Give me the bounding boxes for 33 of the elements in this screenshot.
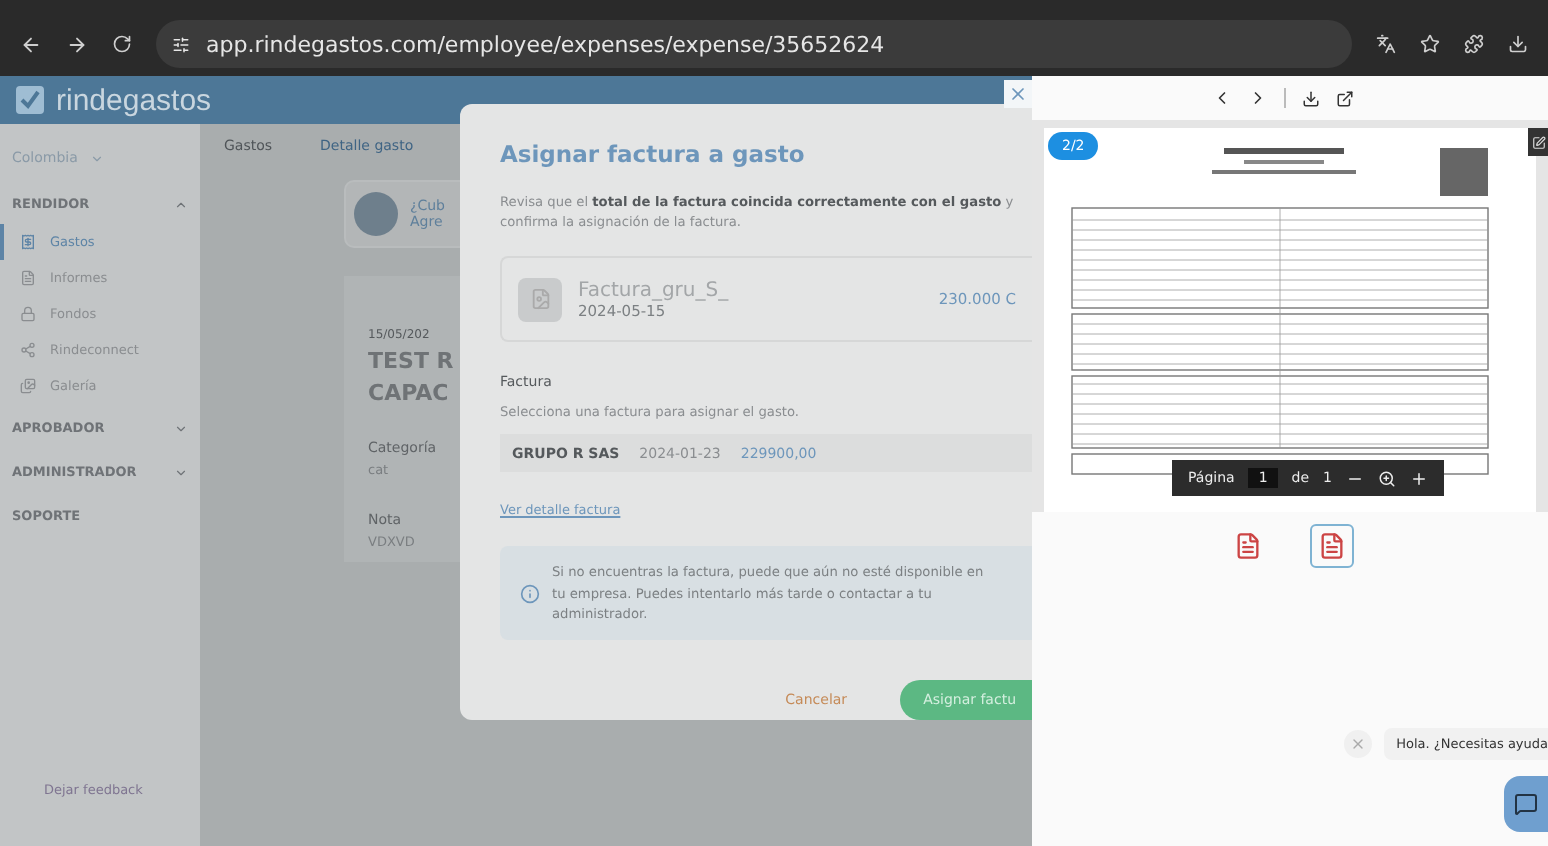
close-icon [1008, 84, 1028, 104]
reload-icon [112, 34, 132, 54]
extensions-icon [1464, 34, 1484, 54]
expense-title: CAPAC [368, 380, 449, 406]
dialog-title: Asignar factura a gasto [500, 140, 807, 168]
info-icon [520, 583, 540, 604]
forward-icon [66, 33, 88, 55]
download-icon [1301, 89, 1319, 107]
chat-button[interactable] [1504, 776, 1548, 832]
logo: rindegastos [56, 83, 212, 117]
file-name: Factura_gru_S_ [578, 279, 729, 302]
edit-icon [1531, 135, 1545, 149]
back-icon [20, 33, 42, 55]
avatar-circle [354, 192, 398, 236]
logo-icon [16, 86, 44, 114]
page-thumbnail[interactable] [1310, 524, 1354, 568]
image-file-icon [529, 288, 551, 311]
edit-button[interactable] [1528, 128, 1548, 156]
zoom-in-icon [1410, 469, 1428, 487]
open-external-icon [1335, 89, 1353, 107]
download-icon [1508, 34, 1528, 54]
zoom-icon [1378, 469, 1396, 487]
close-button[interactable] [1004, 80, 1032, 108]
chevron-down-icon [89, 151, 104, 165]
document-icon [1318, 532, 1346, 560]
star-icon [1420, 34, 1440, 54]
close-icon [1350, 736, 1367, 752]
site-settings-icon [172, 35, 190, 53]
address-bar[interactable]: app.rindegastos.com/employee/expenses/expense/35652624 [156, 20, 1352, 68]
document-icon [1234, 532, 1262, 560]
chat-icon [1514, 792, 1538, 816]
translate-icon [1376, 34, 1396, 54]
expense-title: TEST R [368, 348, 454, 374]
